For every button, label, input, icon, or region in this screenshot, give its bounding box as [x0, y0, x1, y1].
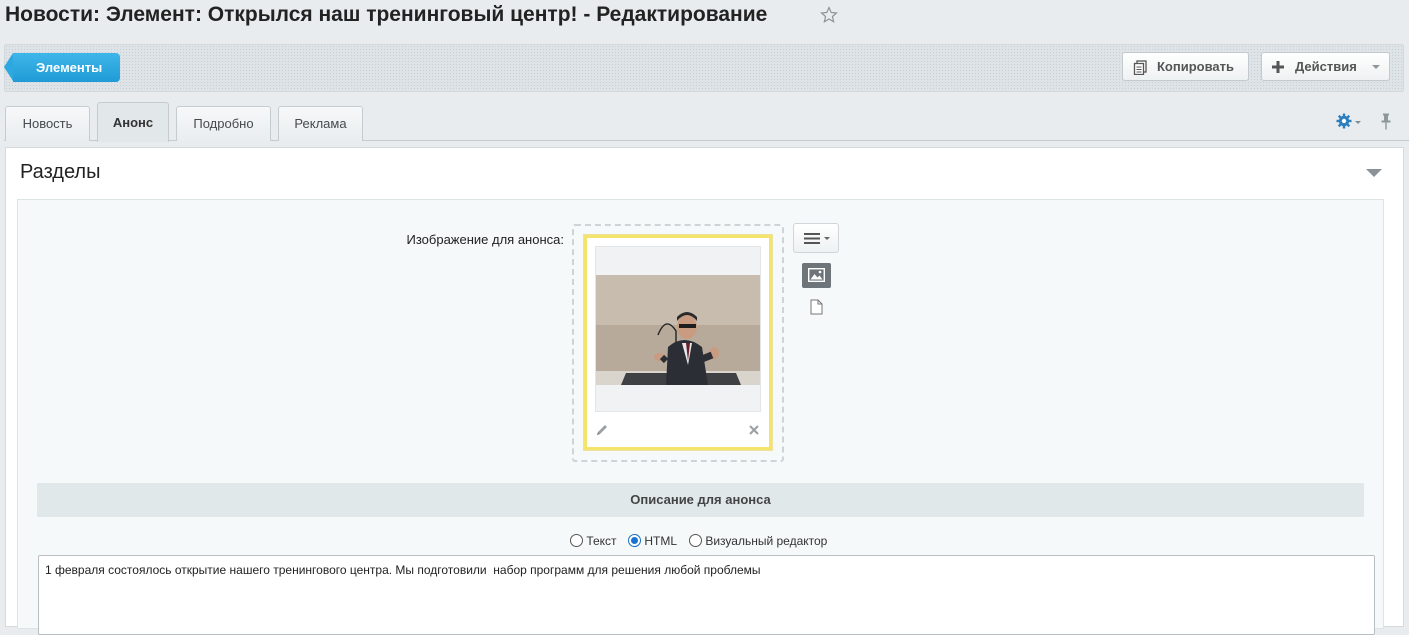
radio-visual-editor-label: Визуальный редактор — [705, 534, 828, 548]
radio-text[interactable] — [570, 534, 583, 547]
tab-announcement[interactable]: Анонс — [97, 102, 169, 142]
radio-visual-editor[interactable] — [689, 534, 702, 547]
chevron-down-icon — [824, 237, 830, 240]
close-icon[interactable] — [748, 424, 760, 436]
gear-caret-icon — [1355, 121, 1361, 124]
mode-visual-editor-option[interactable]: Визуальный редактор — [689, 533, 827, 549]
gear-icon[interactable] — [1336, 113, 1352, 129]
mode-html-option[interactable]: HTML — [628, 533, 677, 549]
tab-advertising[interactable]: Реклама — [278, 106, 363, 141]
description-header: Описание для анонса — [37, 483, 1364, 517]
plus-icon — [1272, 61, 1284, 73]
radio-text-label: Текст — [586, 534, 617, 548]
description-textarea[interactable]: 1 февраля состоялось открытие нашего тре… — [38, 555, 1375, 635]
pin-icon[interactable] — [1380, 113, 1392, 130]
actions-button-label: Действия — [1295, 59, 1357, 74]
actions-button[interactable]: Действия — [1261, 52, 1390, 81]
preview-image-label: Изображение для анонса: — [406, 232, 565, 247]
collapse-icon[interactable] — [1366, 169, 1382, 177]
radio-html[interactable] — [628, 534, 641, 547]
image-icon — [808, 268, 825, 282]
copy-button[interactable]: Копировать — [1122, 52, 1249, 81]
radio-html-label: HTML — [644, 534, 678, 548]
back-to-elements-button[interactable]: Элементы — [4, 53, 120, 82]
tab-news[interactable]: Новость — [5, 106, 90, 141]
mode-text-option[interactable]: Текст — [570, 533, 617, 549]
tab-details[interactable]: Подробно — [176, 106, 271, 141]
image-options-button[interactable] — [793, 223, 839, 253]
copy-icon — [1133, 60, 1147, 75]
menu-icon — [804, 233, 820, 244]
page-title: Новости: Элемент: Открылся наш тренингов… — [5, 3, 768, 26]
pencil-icon[interactable] — [595, 423, 609, 437]
chevron-down-icon — [1372, 65, 1380, 69]
section-title: Разделы — [20, 161, 101, 183]
preview-photo — [596, 275, 760, 385]
image-mode-button[interactable] — [802, 263, 831, 288]
star-icon[interactable] — [820, 6, 838, 24]
copy-button-label: Копировать — [1157, 59, 1235, 74]
file-icon[interactable] — [810, 299, 823, 315]
